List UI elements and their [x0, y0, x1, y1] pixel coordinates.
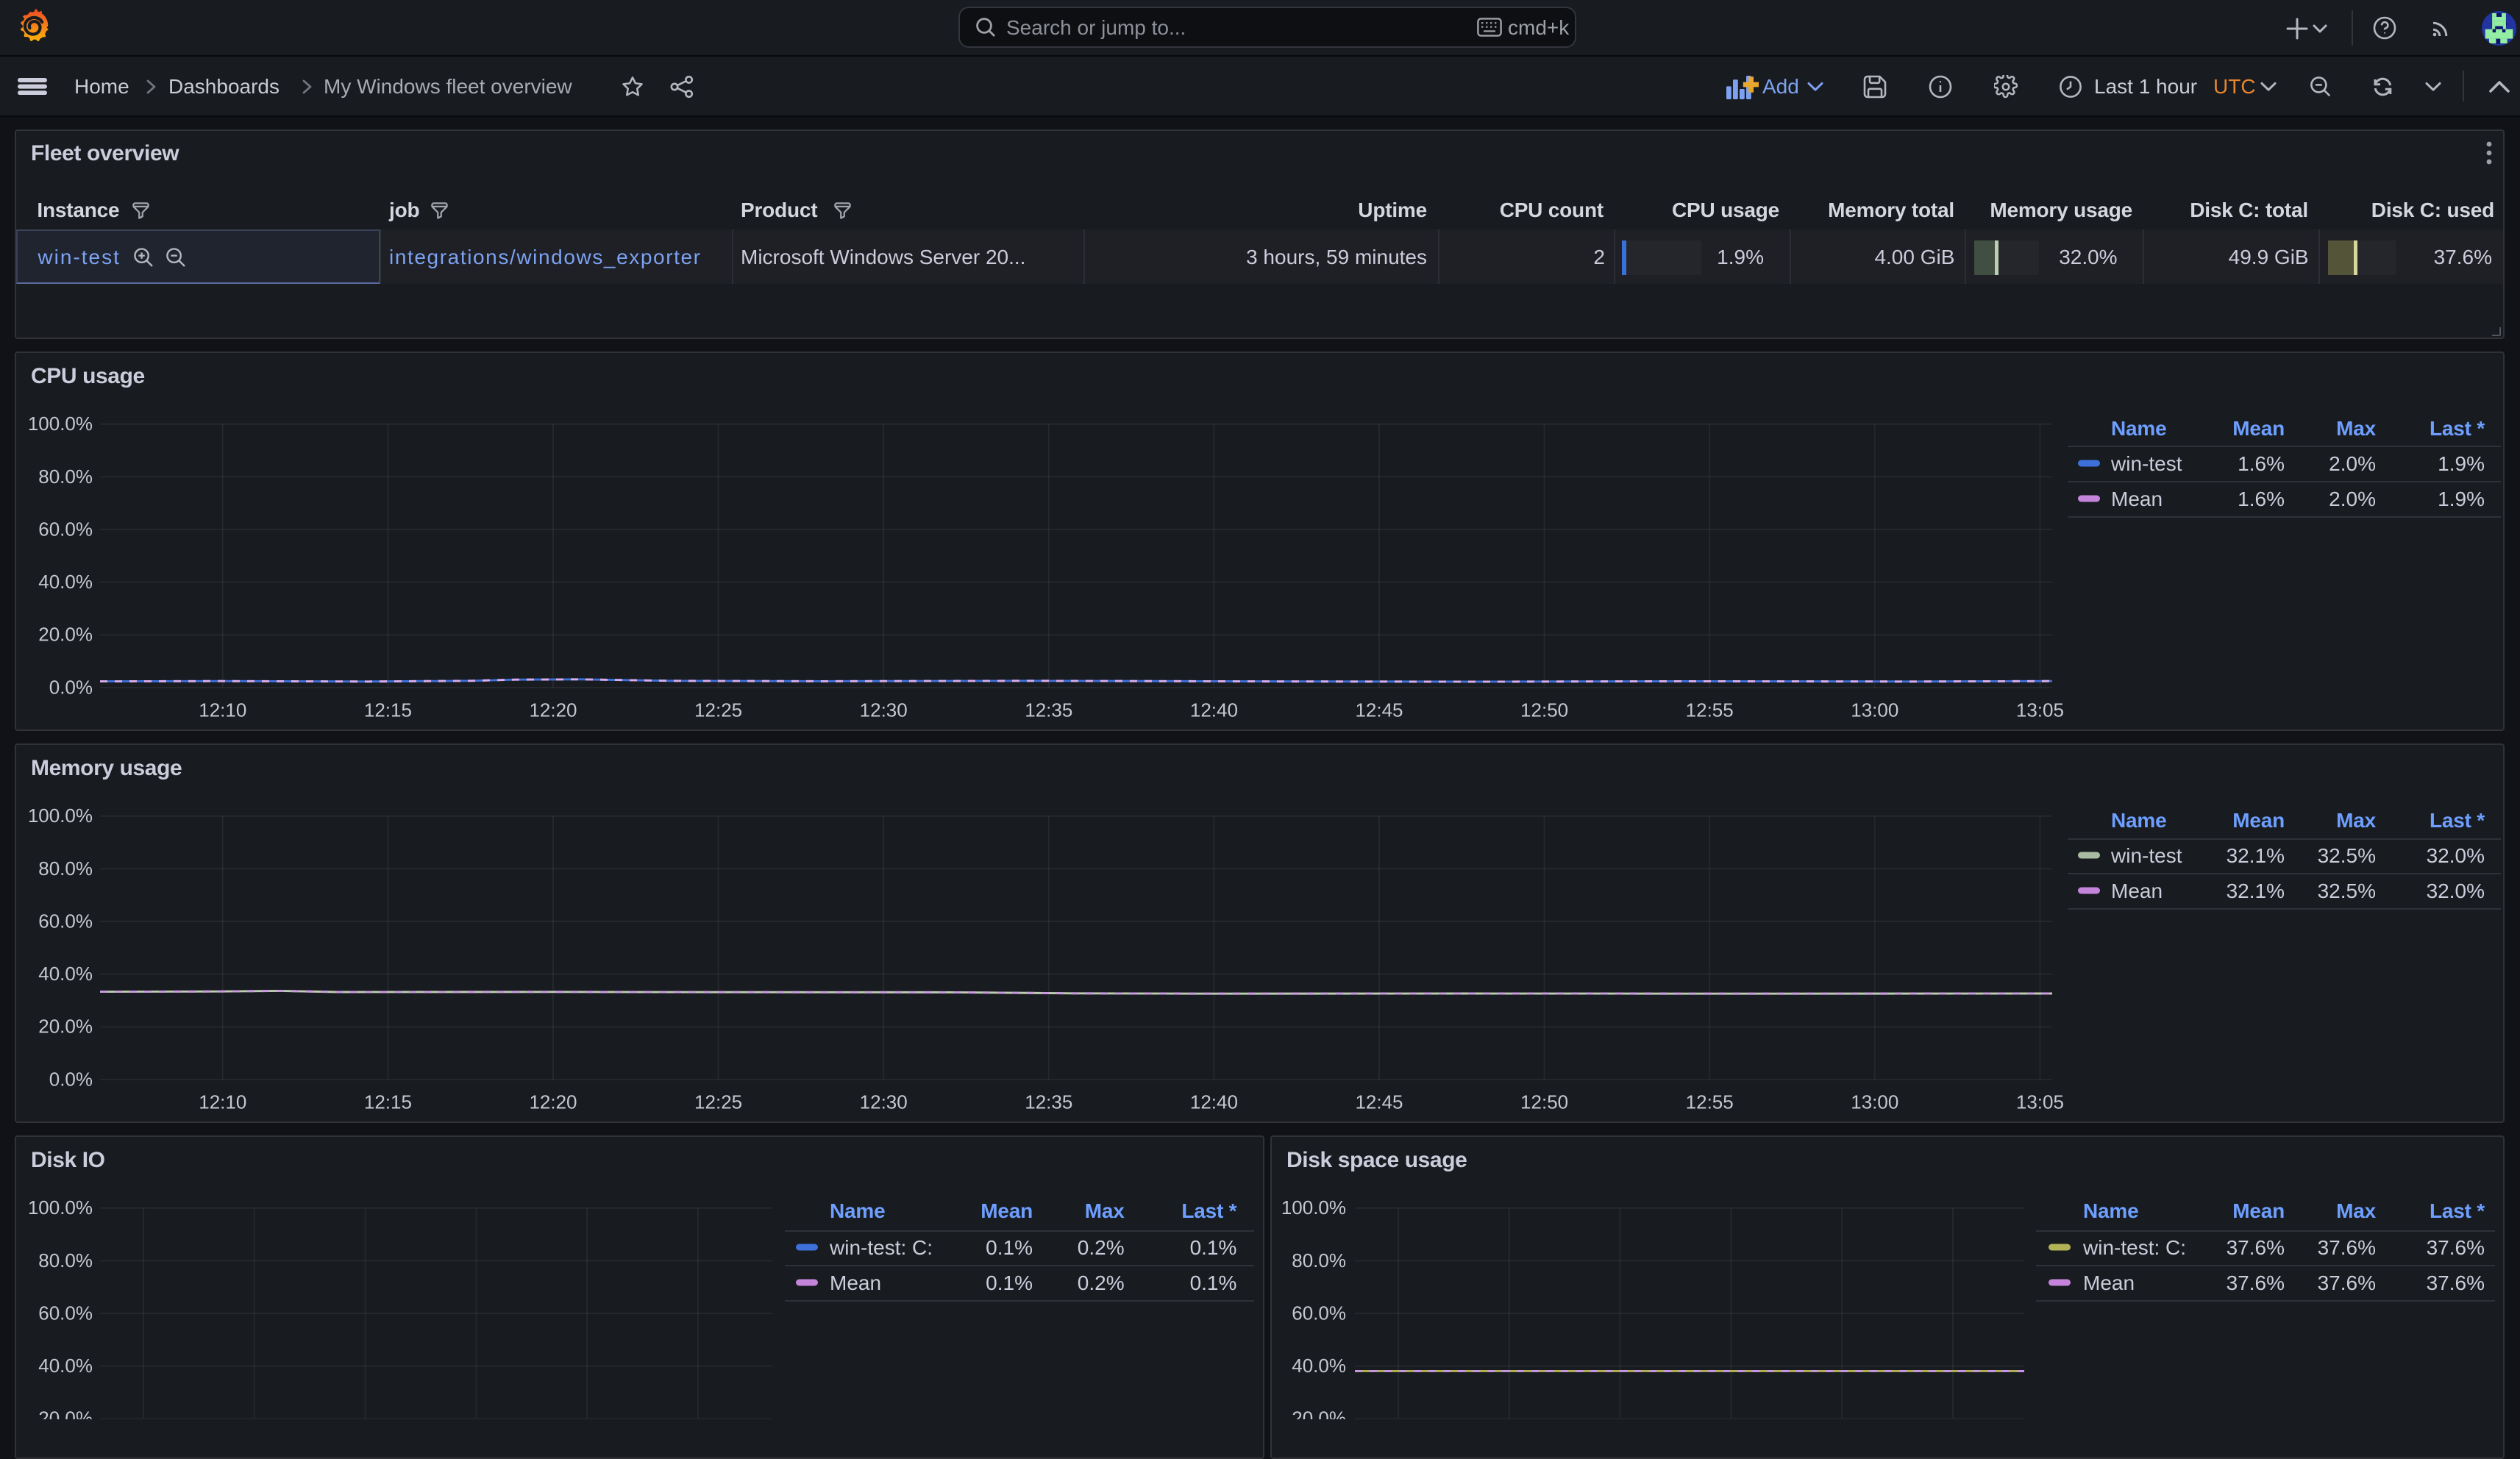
svg-text:60.0%: 60.0%	[38, 1302, 93, 1324]
svg-text:12:15: 12:15	[364, 699, 412, 721]
svg-text:40.0%: 40.0%	[38, 963, 93, 985]
svg-text:12:25: 12:25	[694, 1091, 742, 1113]
svg-text:12:35: 12:35	[1025, 1091, 1072, 1113]
svg-text:20.0%: 20.0%	[38, 1016, 93, 1038]
svg-text:40.0%: 40.0%	[38, 1355, 93, 1377]
svg-text:40.0%: 40.0%	[1292, 1355, 1346, 1377]
svg-text:12:40: 12:40	[1190, 699, 1238, 721]
svg-text:12:45: 12:45	[1355, 699, 1403, 721]
svg-text:12:45: 12:45	[1355, 1091, 1403, 1113]
svg-text:60.0%: 60.0%	[1292, 1302, 1346, 1324]
svg-text:13:05: 13:05	[2016, 1091, 2064, 1113]
svg-text:0.0%: 0.0%	[49, 676, 93, 698]
svg-text:12:50: 12:50	[1520, 699, 1568, 721]
svg-text:20.0%: 20.0%	[38, 624, 93, 646]
svg-text:12:10: 12:10	[199, 1091, 246, 1113]
svg-text:12:10: 12:10	[199, 699, 246, 721]
svg-text:80.0%: 80.0%	[1292, 1249, 1346, 1271]
svg-text:13:05: 13:05	[2016, 699, 2064, 721]
svg-text:12:35: 12:35	[1025, 699, 1072, 721]
svg-text:12:20: 12:20	[529, 1091, 577, 1113]
svg-text:12:50: 12:50	[1520, 1091, 1568, 1113]
svg-text:20.0%: 20.0%	[1292, 1408, 1346, 1419]
svg-text:20.0%: 20.0%	[38, 1408, 93, 1419]
svg-text:12:20: 12:20	[529, 699, 577, 721]
svg-text:100.0%: 100.0%	[28, 1196, 93, 1219]
svg-text:100.0%: 100.0%	[28, 805, 93, 827]
svg-text:12:30: 12:30	[860, 1091, 908, 1113]
svg-text:80.0%: 80.0%	[38, 857, 93, 880]
svg-text:100.0%: 100.0%	[28, 413, 93, 435]
svg-text:80.0%: 80.0%	[38, 465, 93, 488]
svg-text:12:25: 12:25	[694, 699, 742, 721]
svg-text:12:40: 12:40	[1190, 1091, 1238, 1113]
svg-text:12:30: 12:30	[860, 699, 908, 721]
svg-text:40.0%: 40.0%	[38, 571, 93, 593]
svg-text:12:55: 12:55	[1686, 1091, 1734, 1113]
svg-text:60.0%: 60.0%	[38, 910, 93, 932]
svg-text:60.0%: 60.0%	[38, 518, 93, 540]
svg-text:13:00: 13:00	[1851, 699, 1898, 721]
svg-text:12:55: 12:55	[1686, 699, 1734, 721]
svg-text:0.0%: 0.0%	[49, 1068, 93, 1090]
svg-text:100.0%: 100.0%	[1281, 1196, 1346, 1219]
svg-text:13:00: 13:00	[1851, 1091, 1898, 1113]
svg-text:12:15: 12:15	[364, 1091, 412, 1113]
svg-text:80.0%: 80.0%	[38, 1249, 93, 1271]
